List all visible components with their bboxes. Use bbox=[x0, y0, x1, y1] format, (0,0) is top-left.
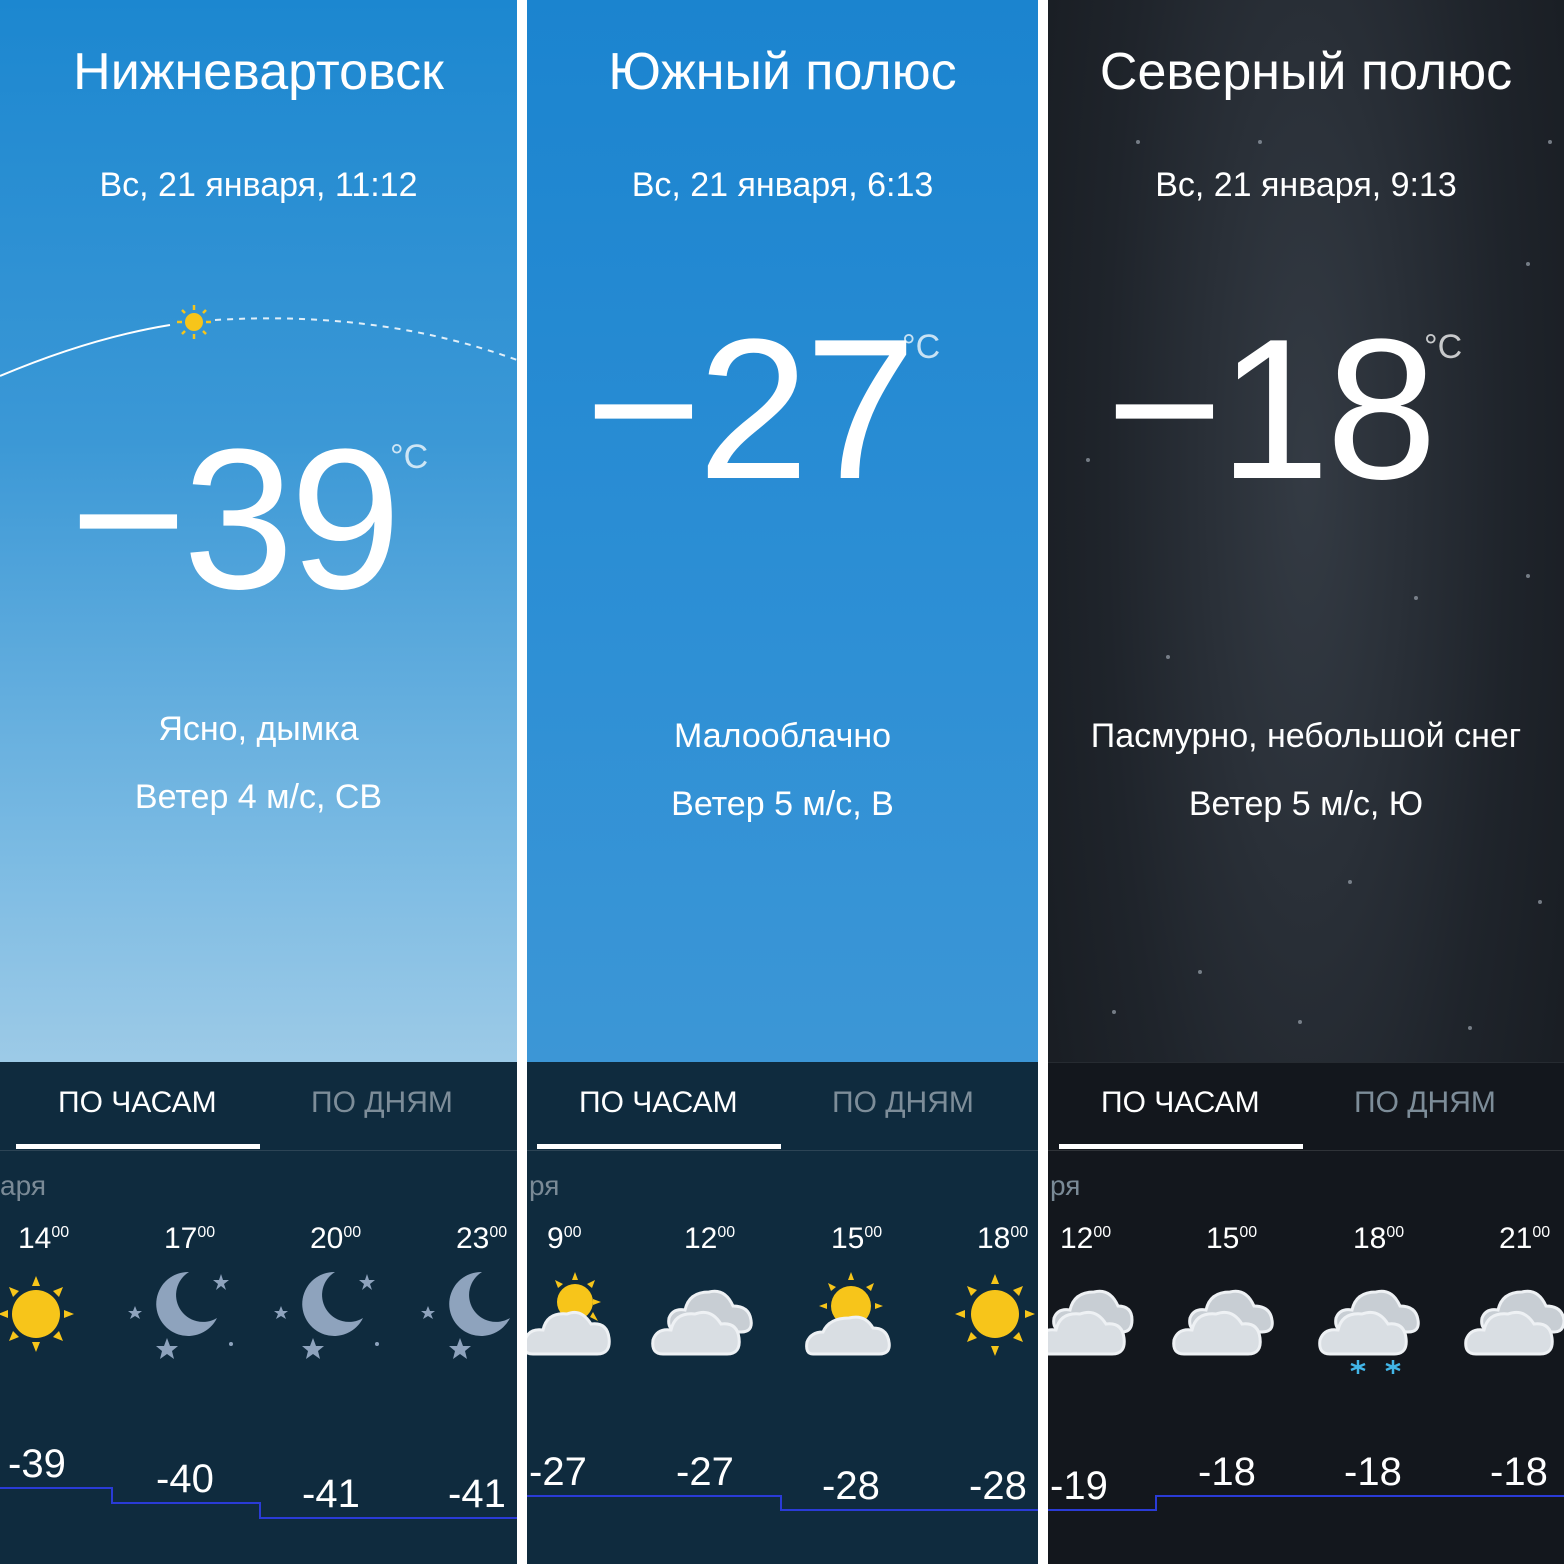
moon-icon bbox=[128, 1271, 233, 1359]
active-tab-indicator bbox=[16, 1144, 260, 1149]
hourly-temperature: -19 bbox=[1050, 1464, 1108, 1508]
cloudy-icon bbox=[1048, 1289, 1134, 1356]
hour-label: 1800 bbox=[977, 1222, 1029, 1255]
divider bbox=[0, 1150, 517, 1151]
tab-daily[interactable]: ПО ДНЯМ bbox=[311, 1086, 453, 1120]
date-time: Вс, 21 января, 9:13 bbox=[1155, 166, 1457, 204]
hour-label: 2000 bbox=[310, 1222, 362, 1255]
hour-label: 2300 bbox=[456, 1222, 508, 1255]
wind-info: Ветер 5 м/с, В bbox=[671, 785, 894, 823]
city-name: Нижневартовск bbox=[73, 43, 444, 101]
weather-panel-north-pole: Северный полюс Вс, 21 января, 9:13 −18 °… bbox=[1048, 0, 1564, 1564]
hourly-temperature: -18 bbox=[1344, 1450, 1402, 1494]
month-label: аря bbox=[0, 1170, 46, 1201]
temperature-unit: °C bbox=[1424, 328, 1463, 366]
hour-label: 1800 bbox=[1353, 1222, 1405, 1255]
hourly-temperature: -40 bbox=[156, 1457, 214, 1501]
weather-condition: Малооблачно bbox=[674, 717, 891, 755]
sun-icon bbox=[0, 1276, 74, 1352]
hourly-temperature: -39 bbox=[8, 1442, 66, 1486]
hour-label: 1500 bbox=[831, 1222, 883, 1255]
cloudy-icon bbox=[1464, 1289, 1564, 1356]
hourly-temperature: -18 bbox=[1490, 1450, 1548, 1494]
sun-path-arc bbox=[0, 305, 517, 377]
tab-hourly[interactable]: ПО ЧАСАМ bbox=[1101, 1086, 1260, 1120]
cloudy-icon bbox=[651, 1289, 753, 1356]
hourly-temperature: -41 bbox=[448, 1472, 506, 1516]
tab-daily[interactable]: ПО ДНЯМ bbox=[832, 1086, 974, 1120]
city-name: Южный полюс bbox=[608, 43, 957, 101]
sun-position-icon bbox=[177, 305, 211, 339]
wind-info: Ветер 4 м/с, СВ bbox=[134, 778, 383, 816]
weather-condition: Ясно, дымка bbox=[158, 710, 359, 748]
moon-icon bbox=[274, 1271, 379, 1359]
current-temperature: −39 bbox=[70, 408, 401, 631]
panel-separator bbox=[517, 0, 527, 1564]
cloudy-icon bbox=[1172, 1289, 1274, 1356]
month-label: ря bbox=[529, 1170, 560, 1201]
partly-cloudy-icon bbox=[805, 1272, 891, 1356]
weather-panel-nizhnevartovsk: Нижневартовск Вс, 21 января, 11:12 −39 °… bbox=[0, 0, 517, 1564]
current-temperature: −27 bbox=[585, 298, 916, 521]
divider bbox=[1048, 1150, 1564, 1151]
hourly-temperature: -27 bbox=[529, 1450, 587, 1494]
weather-condition: Пасмурно, небольшой снег bbox=[1090, 717, 1522, 755]
sun-icon bbox=[955, 1274, 1035, 1356]
current-temperature: −18 bbox=[1106, 298, 1437, 521]
hourly-temperature: -27 bbox=[676, 1450, 734, 1494]
month-label: ря bbox=[1050, 1170, 1081, 1201]
hour-label: 1400 bbox=[18, 1222, 70, 1255]
panel-separator bbox=[1038, 0, 1048, 1564]
city-name: Северный полюс bbox=[1099, 43, 1513, 101]
tab-hourly[interactable]: ПО ЧАСАМ bbox=[579, 1086, 738, 1120]
hourly-temperature: -28 bbox=[822, 1464, 880, 1508]
hourly-temperature: -41 bbox=[302, 1472, 360, 1516]
hour-label: 1200 bbox=[684, 1222, 736, 1255]
active-tab-indicator bbox=[1059, 1144, 1303, 1149]
hour-label: 1200 bbox=[1060, 1222, 1112, 1255]
wind-info: Ветер 5 м/с, Ю bbox=[1188, 785, 1424, 823]
divider bbox=[527, 1150, 1038, 1151]
hourly-temperature: -18 bbox=[1198, 1450, 1256, 1494]
tab-hourly[interactable]: ПО ЧАСАМ bbox=[58, 1086, 217, 1120]
temperature-unit: °C bbox=[902, 328, 941, 366]
snow-cloud-icon bbox=[1318, 1289, 1420, 1374]
hour-label: 2100 bbox=[1499, 1222, 1551, 1255]
date-time: Вс, 21 января, 6:13 bbox=[631, 166, 934, 204]
date-time: Вс, 21 января, 11:12 bbox=[99, 166, 418, 204]
hour-label: 1700 bbox=[164, 1222, 216, 1255]
hourly-temperature: -28 bbox=[969, 1464, 1027, 1508]
temperature-unit: °C bbox=[390, 438, 429, 476]
tab-daily[interactable]: ПО ДНЯМ bbox=[1354, 1086, 1496, 1120]
partly-cloudy-icon bbox=[527, 1272, 611, 1356]
hour-label: 900 bbox=[547, 1222, 582, 1255]
moon-icon bbox=[421, 1271, 510, 1359]
weather-panel-south-pole: Южный полюс Вс, 21 января, 6:13 −27 °C М… bbox=[527, 0, 1038, 1564]
active-tab-indicator bbox=[537, 1144, 781, 1149]
hour-label: 1500 bbox=[1206, 1222, 1258, 1255]
